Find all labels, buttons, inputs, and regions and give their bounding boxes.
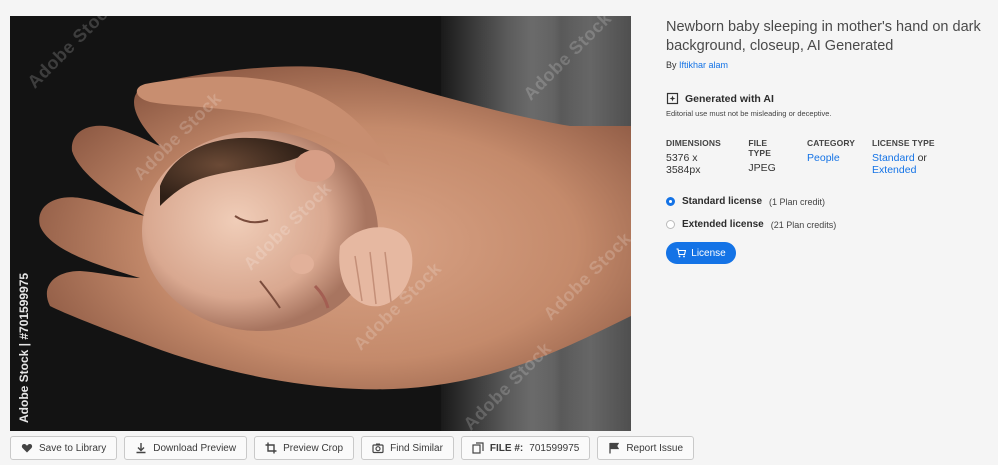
camera-icon xyxy=(372,443,384,454)
download-preview-button[interactable]: Download Preview xyxy=(124,436,248,460)
crop-icon xyxy=(265,442,277,454)
save-to-library-label: Save to Library xyxy=(39,442,107,454)
byline-prefix: By xyxy=(666,60,677,70)
standard-license-radio[interactable] xyxy=(666,197,675,206)
author-link[interactable]: Iftikhar alam xyxy=(679,60,728,70)
preview-crop-button[interactable]: Preview Crop xyxy=(254,436,355,460)
license-options: Standard license (1 Plan credit) Extende… xyxy=(666,196,986,230)
stock-image-preview[interactable]: Adobe Stock Adobe Stock Adobe Stock Adob… xyxy=(10,16,631,431)
standard-license-credit: (1 Plan credit) xyxy=(769,196,826,207)
preview-crop-label: Preview Crop xyxy=(283,442,344,454)
extended-license-link[interactable]: Extended xyxy=(872,164,916,176)
byline: By Iftikhar alam xyxy=(666,60,986,70)
file-number-label: FILE #: xyxy=(489,442,524,454)
meta-dimensions: DIMENSIONS 5376 x 3584px xyxy=(666,138,731,176)
save-to-library-button[interactable]: Save to Library xyxy=(10,436,118,460)
license-button[interactable]: License xyxy=(666,242,736,264)
standard-license-link[interactable]: Standard xyxy=(872,152,915,164)
filetype-value: JPEG xyxy=(748,162,776,174)
extended-license-radio[interactable] xyxy=(666,220,675,229)
asset-meta: DIMENSIONS 5376 x 3584px FILE TYPE JPEG … xyxy=(666,138,986,176)
extended-license-credit: (21 Plan credits) xyxy=(770,219,837,230)
license-button-label: License xyxy=(691,247,726,259)
heart-icon xyxy=(21,444,33,453)
meta-category: CATEGORY People xyxy=(807,138,855,176)
vertical-credit: Adobe Stock | #701599975 xyxy=(17,272,31,423)
extended-license-option[interactable]: Extended license (21 Plan credits) xyxy=(666,219,986,230)
dimensions-value: 5376 x 3584px xyxy=(666,152,701,176)
asset-title: Newborn baby sleeping in mother's hand o… xyxy=(666,19,981,54)
standard-license-name: Standard license xyxy=(682,196,763,207)
find-similar-label: Find Similar xyxy=(390,442,443,454)
cart-icon xyxy=(676,248,687,258)
ai-editorial-note: Editorial use must not be misleading or … xyxy=(666,109,832,118)
meta-licensetype: LICENSE TYPE Standard or Extended xyxy=(872,138,969,176)
flag-icon xyxy=(609,442,620,454)
report-issue-button[interactable]: Report Issue xyxy=(597,436,695,460)
ai-sparkle-icon xyxy=(666,92,679,105)
preview-actions: Save to Library Download Preview Preview… xyxy=(10,436,695,460)
licensetype-label: LICENSE TYPE xyxy=(872,138,935,148)
standard-license-option[interactable]: Standard license (1 Plan credit) xyxy=(666,196,986,207)
copy-icon xyxy=(472,442,484,454)
find-similar-button[interactable]: Find Similar xyxy=(361,436,454,460)
category-label: CATEGORY xyxy=(807,138,856,148)
ai-generated-row: Generated with AI xyxy=(666,92,986,105)
asset-info-panel: Newborn baby sleeping in mother's hand o… xyxy=(666,18,986,264)
licensetype-or: or xyxy=(917,152,927,164)
download-preview-label: Download Preview xyxy=(153,442,237,454)
extended-license-name: Extended license xyxy=(682,219,764,230)
ai-generated-label: Generated with AI xyxy=(685,92,774,105)
meta-filetype: FILE TYPE JPEG xyxy=(748,138,790,176)
report-issue-label: Report Issue xyxy=(626,442,684,454)
file-number-button[interactable]: FILE #: 701599975 xyxy=(460,436,591,460)
file-number-value: 701599975 xyxy=(529,442,580,454)
category-link[interactable]: People xyxy=(807,152,840,164)
dimensions-label: DIMENSIONS xyxy=(666,138,721,148)
filetype-label: FILE TYPE xyxy=(748,138,771,158)
download-icon xyxy=(136,443,146,454)
